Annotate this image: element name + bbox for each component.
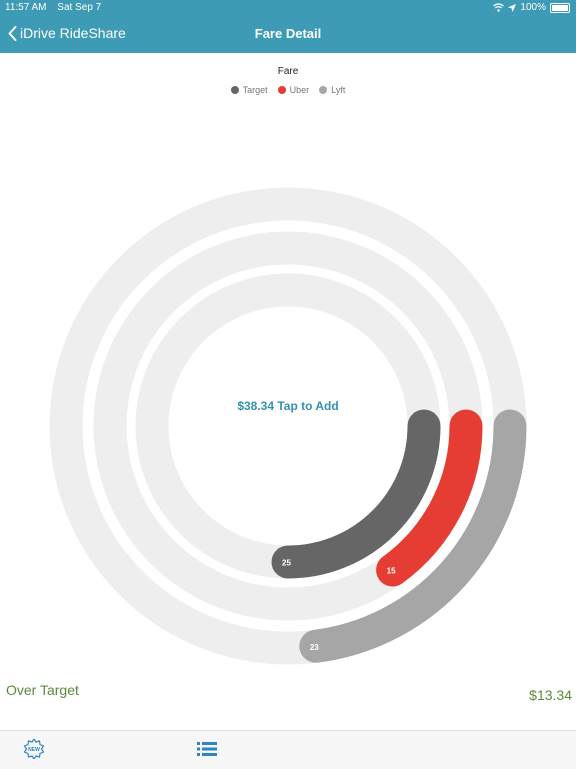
over-target-label: Over Target (6, 682, 79, 698)
over-target-value: $13.34 (529, 687, 572, 703)
value-label-text: 15 (387, 567, 396, 576)
legend-label-uber: Uber (289, 85, 310, 95)
legend-item-uber: Uber (277, 85, 310, 95)
value-label-text: 25 (282, 559, 291, 568)
radial-chart: 25 15 23 (49, 187, 527, 665)
tab-new[interactable]: NEW (23, 737, 45, 764)
chart-title: Fare (277, 66, 299, 77)
status-bar: 11:57 AM Sat Sep 7 100% (0, 0, 576, 16)
battery-icon (550, 2, 570, 13)
chart-legend: Target Uber Lyft (0, 85, 576, 95)
legend-label-lyft: Lyft (331, 85, 346, 95)
list-icon (197, 742, 217, 756)
new-badge-icon: NEW (23, 737, 45, 761)
new-badge-text: NEW (28, 747, 40, 753)
value-label-target: 25 (280, 556, 293, 568)
status-time: 11:57 AM (5, 2, 47, 13)
nav-bar: iDrive RideShare Fare Detail (0, 16, 576, 53)
wifi-icon (493, 3, 505, 12)
location-icon (508, 3, 517, 12)
value-label-lyft: 23 (307, 640, 321, 653)
legend-dot-uber (277, 86, 286, 94)
value-label-text: 23 (310, 643, 319, 652)
legend-item-target: Target (230, 85, 268, 95)
value-label-uber: 15 (384, 564, 398, 577)
battery-percent: 100% (520, 2, 546, 13)
legend-dot-lyft (319, 86, 328, 94)
tab-list[interactable] (197, 741, 217, 762)
legend-item-lyft: Lyft (319, 85, 345, 95)
page-title: Fare Detail (254, 26, 322, 41)
tab-bar: NEW (0, 730, 576, 769)
legend-dot-target (230, 86, 239, 94)
legend-label-target: Target (242, 85, 268, 95)
tap-to-add-button[interactable]: $38.34 Tap to Add (188, 399, 388, 413)
status-date: Sat Sep 7 (57, 2, 102, 13)
